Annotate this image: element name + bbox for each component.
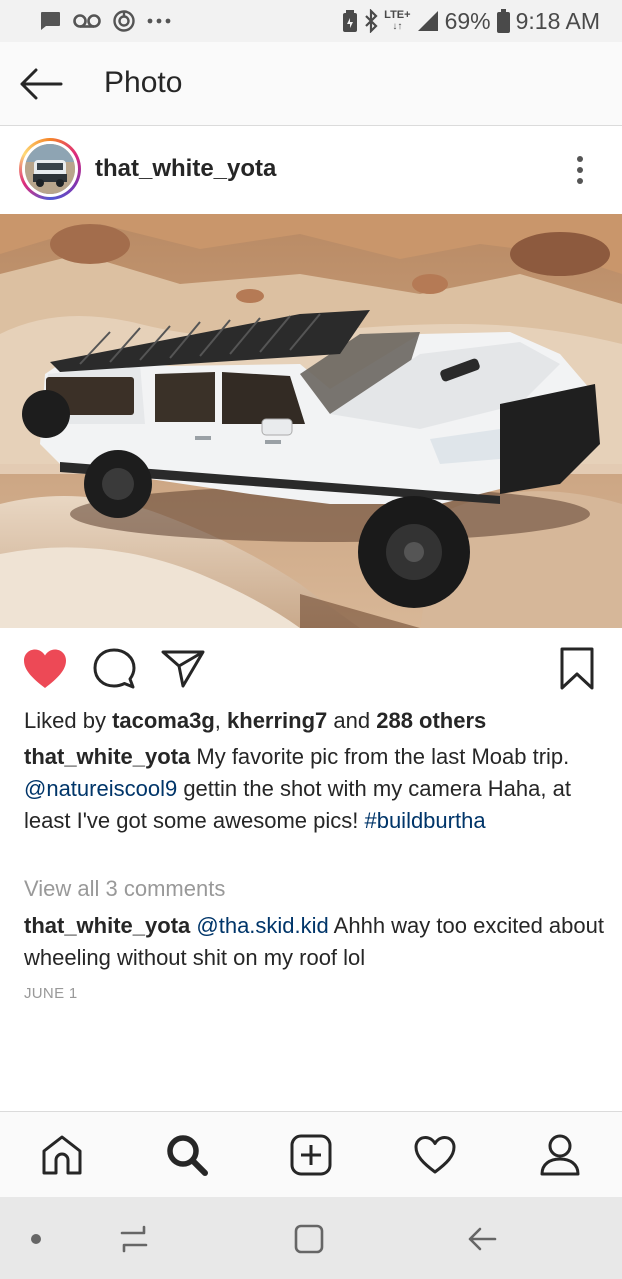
like-button[interactable] — [21, 646, 69, 692]
home-square-icon — [294, 1224, 324, 1254]
recents-icon — [120, 1225, 148, 1253]
search-icon — [167, 1135, 208, 1176]
nav-recents-button[interactable] — [112, 1217, 156, 1261]
battery-saver-icon — [342, 10, 358, 32]
comment-icon — [93, 648, 136, 689]
comment-username[interactable]: that_white_yota — [24, 913, 190, 938]
more-notifications-icon — [146, 17, 172, 25]
page-title: Photo — [104, 66, 183, 99]
voicemail-icon — [72, 12, 102, 30]
comment-mention[interactable]: @tha.skid.kid — [196, 913, 328, 938]
comment-button[interactable] — [90, 646, 138, 692]
nav-back-button[interactable] — [460, 1217, 504, 1261]
nav-home-button[interactable] — [287, 1217, 331, 1261]
tab-home[interactable] — [37, 1130, 87, 1180]
share-button[interactable] — [159, 646, 207, 692]
likes-and: and — [327, 708, 377, 733]
likes-summary[interactable]: Liked by tacoma3g, kherring7 and 288 oth… — [24, 708, 486, 734]
avatar-image — [25, 144, 75, 194]
tab-activity[interactable] — [410, 1130, 460, 1180]
status-bar: LTE+ ↓↑ 69% 9:18 AM — [0, 0, 622, 42]
post-photo[interactable] — [0, 214, 622, 628]
bookmark-icon — [560, 647, 594, 690]
more-options-button[interactable] — [566, 153, 594, 187]
likes-prefix: Liked by — [24, 708, 113, 733]
tab-search[interactable] — [162, 1130, 212, 1180]
app-header: Photo — [0, 42, 622, 126]
caption-mention[interactable]: @natureiscool9 — [24, 776, 177, 801]
clock: 9:18 AM — [515, 7, 600, 34]
nav-dot-button[interactable] — [14, 1217, 58, 1261]
home-icon — [42, 1135, 82, 1175]
status-notifications — [38, 9, 172, 33]
network-type-text: LTE+ — [384, 9, 411, 21]
dot-icon — [31, 1234, 41, 1244]
caption-hashtag[interactable]: #buildburtha — [364, 808, 485, 833]
caption-username[interactable]: that_white_yota — [24, 744, 190, 769]
back-button[interactable] — [18, 64, 64, 104]
save-button[interactable] — [553, 646, 601, 692]
send-icon — [161, 650, 205, 688]
system-nav-bar — [0, 1197, 622, 1279]
post-header: that_white_yota — [0, 127, 622, 214]
photo-truck-on-rocks — [0, 214, 622, 628]
back-arrow-icon — [468, 1227, 497, 1251]
bottom-tab-bar — [0, 1111, 622, 1197]
avatar[interactable] — [19, 138, 81, 200]
comment: that_white_yota @tha.skid.kid Ahhh way t… — [24, 910, 609, 974]
liker-2[interactable]: kherring7 — [227, 708, 327, 733]
plus-square-icon — [290, 1134, 332, 1176]
likes-separator: , — [214, 708, 228, 733]
profile-icon — [540, 1134, 580, 1176]
battery-percent: 69% — [444, 7, 491, 34]
tab-profile[interactable] — [535, 1130, 585, 1180]
sync-icon — [112, 9, 136, 33]
action-bar — [0, 628, 622, 708]
post-caption: that_white_yota My favorite pic from the… — [24, 741, 604, 837]
message-icon — [38, 10, 62, 32]
likes-others[interactable]: 288 others — [376, 708, 486, 733]
tab-new-post[interactable] — [286, 1130, 336, 1180]
caption-text-1: My favorite pic from the last Moab trip. — [190, 744, 570, 769]
vertical-dots-icon — [577, 156, 583, 162]
heart-outline-icon — [414, 1136, 456, 1174]
status-system: LTE+ ↓↑ 69% 9:18 AM — [342, 8, 600, 35]
post-date: JUNE 1 — [24, 985, 78, 1002]
battery-icon — [496, 9, 510, 33]
bluetooth-icon — [364, 9, 378, 33]
post-username[interactable]: that_white_yota — [95, 155, 276, 183]
signal-icon — [417, 10, 439, 32]
heart-filled-icon — [24, 649, 66, 688]
arrow-left-icon — [20, 68, 63, 100]
network-type-label: LTE+ ↓↑ — [384, 9, 411, 33]
liker-1[interactable]: tacoma3g — [112, 708, 215, 733]
view-all-comments-link[interactable]: View all 3 comments — [24, 876, 225, 902]
